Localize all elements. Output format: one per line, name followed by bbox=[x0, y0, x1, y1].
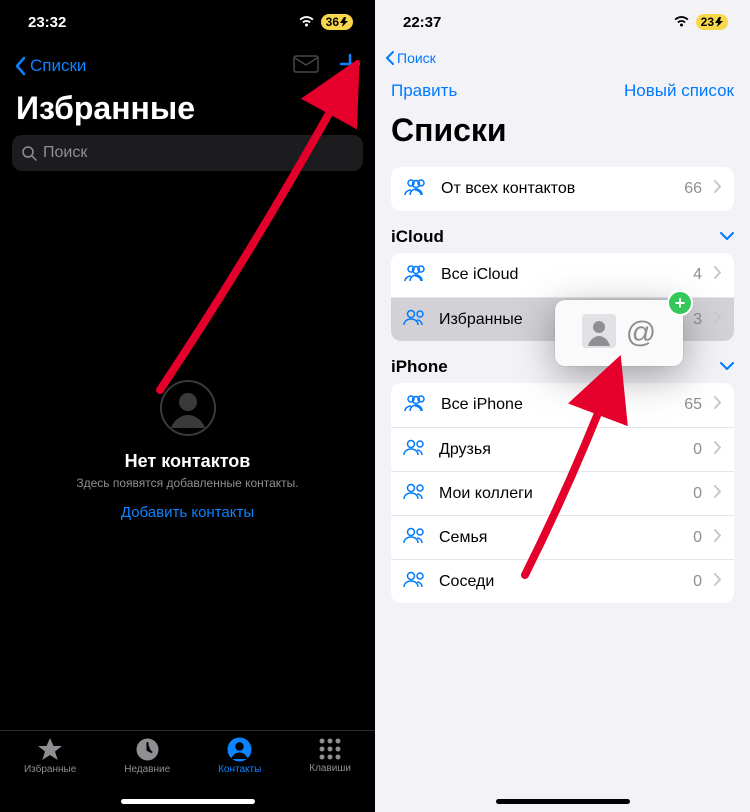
back-button[interactable]: Списки bbox=[14, 56, 86, 76]
people-two-icon bbox=[403, 439, 427, 461]
status-time: 22:37 bbox=[403, 14, 441, 31]
back-search[interactable]: Поиск bbox=[375, 44, 750, 72]
status-bar: 22:37 23 bbox=[375, 0, 750, 44]
status-right: 23 bbox=[673, 14, 728, 31]
status-right: 36 bbox=[298, 14, 353, 31]
people-two-icon bbox=[403, 483, 427, 505]
row-friends[interactable]: Друзья 0 bbox=[391, 427, 734, 471]
add-contacts-link[interactable]: Добавить контакты bbox=[121, 504, 254, 521]
chevron-down-icon bbox=[720, 228, 734, 246]
keypad-icon bbox=[318, 737, 342, 761]
people-three-icon bbox=[403, 178, 429, 201]
section-iphone: Все iPhone 65 Друзья 0 Мои коллеги 0 Сем… bbox=[391, 383, 734, 603]
people-two-icon bbox=[403, 571, 427, 593]
chevron-right-icon bbox=[714, 266, 722, 284]
people-two-icon bbox=[403, 309, 427, 331]
chevron-right-icon bbox=[714, 529, 722, 547]
edit-button[interactable]: Править bbox=[391, 81, 457, 101]
contact-placeholder-icon bbox=[160, 380, 216, 441]
home-indicator bbox=[121, 799, 255, 804]
search-icon bbox=[22, 146, 37, 161]
contact-avatar-icon bbox=[582, 314, 616, 353]
home-indicator bbox=[496, 799, 630, 804]
search-input[interactable]: Поиск bbox=[12, 135, 363, 171]
row-all-contacts[interactable]: От всех контактов 66 bbox=[391, 167, 734, 211]
section-all: От всех контактов 66 bbox=[391, 167, 734, 211]
people-three-icon bbox=[403, 394, 429, 417]
chevron-right-icon bbox=[714, 441, 722, 459]
row-colleagues[interactable]: Мои коллеги 0 bbox=[391, 471, 734, 515]
chevron-right-icon bbox=[714, 311, 722, 329]
add-button[interactable] bbox=[339, 53, 361, 80]
nav-bar: Списки bbox=[0, 44, 375, 88]
row-neighbors[interactable]: Соседи 0 bbox=[391, 559, 734, 603]
page-title: Списки bbox=[375, 110, 750, 167]
empty-title: Нет контактов bbox=[125, 451, 251, 472]
row-all-iphone[interactable]: Все iPhone 65 bbox=[391, 383, 734, 427]
phone-left-dark: 23:32 36 Списки Избранные Поиск bbox=[0, 0, 375, 812]
people-two-icon bbox=[403, 527, 427, 549]
chevron-right-icon bbox=[714, 573, 722, 591]
empty-state: Нет контактов Здесь появятся добавленные… bbox=[0, 380, 375, 521]
drag-contact-card[interactable]: @ + bbox=[555, 300, 683, 366]
contact-icon bbox=[227, 737, 252, 762]
status-bar: 23:32 36 bbox=[0, 0, 375, 44]
wifi-icon bbox=[298, 14, 315, 31]
new-list-button[interactable]: Новый список bbox=[624, 81, 734, 101]
add-badge-icon: + bbox=[667, 290, 693, 316]
battery-badge: 36 bbox=[321, 14, 353, 30]
tab-favorites[interactable]: Избранные bbox=[24, 737, 76, 812]
chevron-left-icon bbox=[385, 50, 395, 66]
group-header-icloud[interactable]: iCloud bbox=[375, 227, 750, 253]
chevron-right-icon bbox=[714, 485, 722, 503]
at-symbol-icon: @ bbox=[626, 316, 656, 350]
battery-badge: 23 bbox=[696, 14, 728, 30]
wifi-icon bbox=[673, 14, 690, 31]
empty-subtitle: Здесь появятся добавленные контакты. bbox=[76, 476, 298, 490]
row-family[interactable]: Семья 0 bbox=[391, 515, 734, 559]
chevron-right-icon bbox=[714, 396, 722, 414]
chevron-left-icon bbox=[14, 56, 26, 76]
tab-keypad[interactable]: Клавиши bbox=[309, 737, 351, 812]
people-three-icon bbox=[403, 264, 429, 287]
chevron-right-icon bbox=[714, 180, 722, 198]
status-time: 23:32 bbox=[28, 14, 66, 31]
toolbar: Править Новый список bbox=[375, 72, 750, 110]
chevron-down-icon bbox=[720, 358, 734, 376]
page-title: Избранные bbox=[0, 88, 375, 135]
clock-icon bbox=[135, 737, 160, 762]
phone-right-light: 22:37 23 Поиск Править Новый список Спис… bbox=[375, 0, 750, 812]
star-icon bbox=[37, 737, 63, 762]
mail-icon[interactable] bbox=[293, 55, 319, 78]
